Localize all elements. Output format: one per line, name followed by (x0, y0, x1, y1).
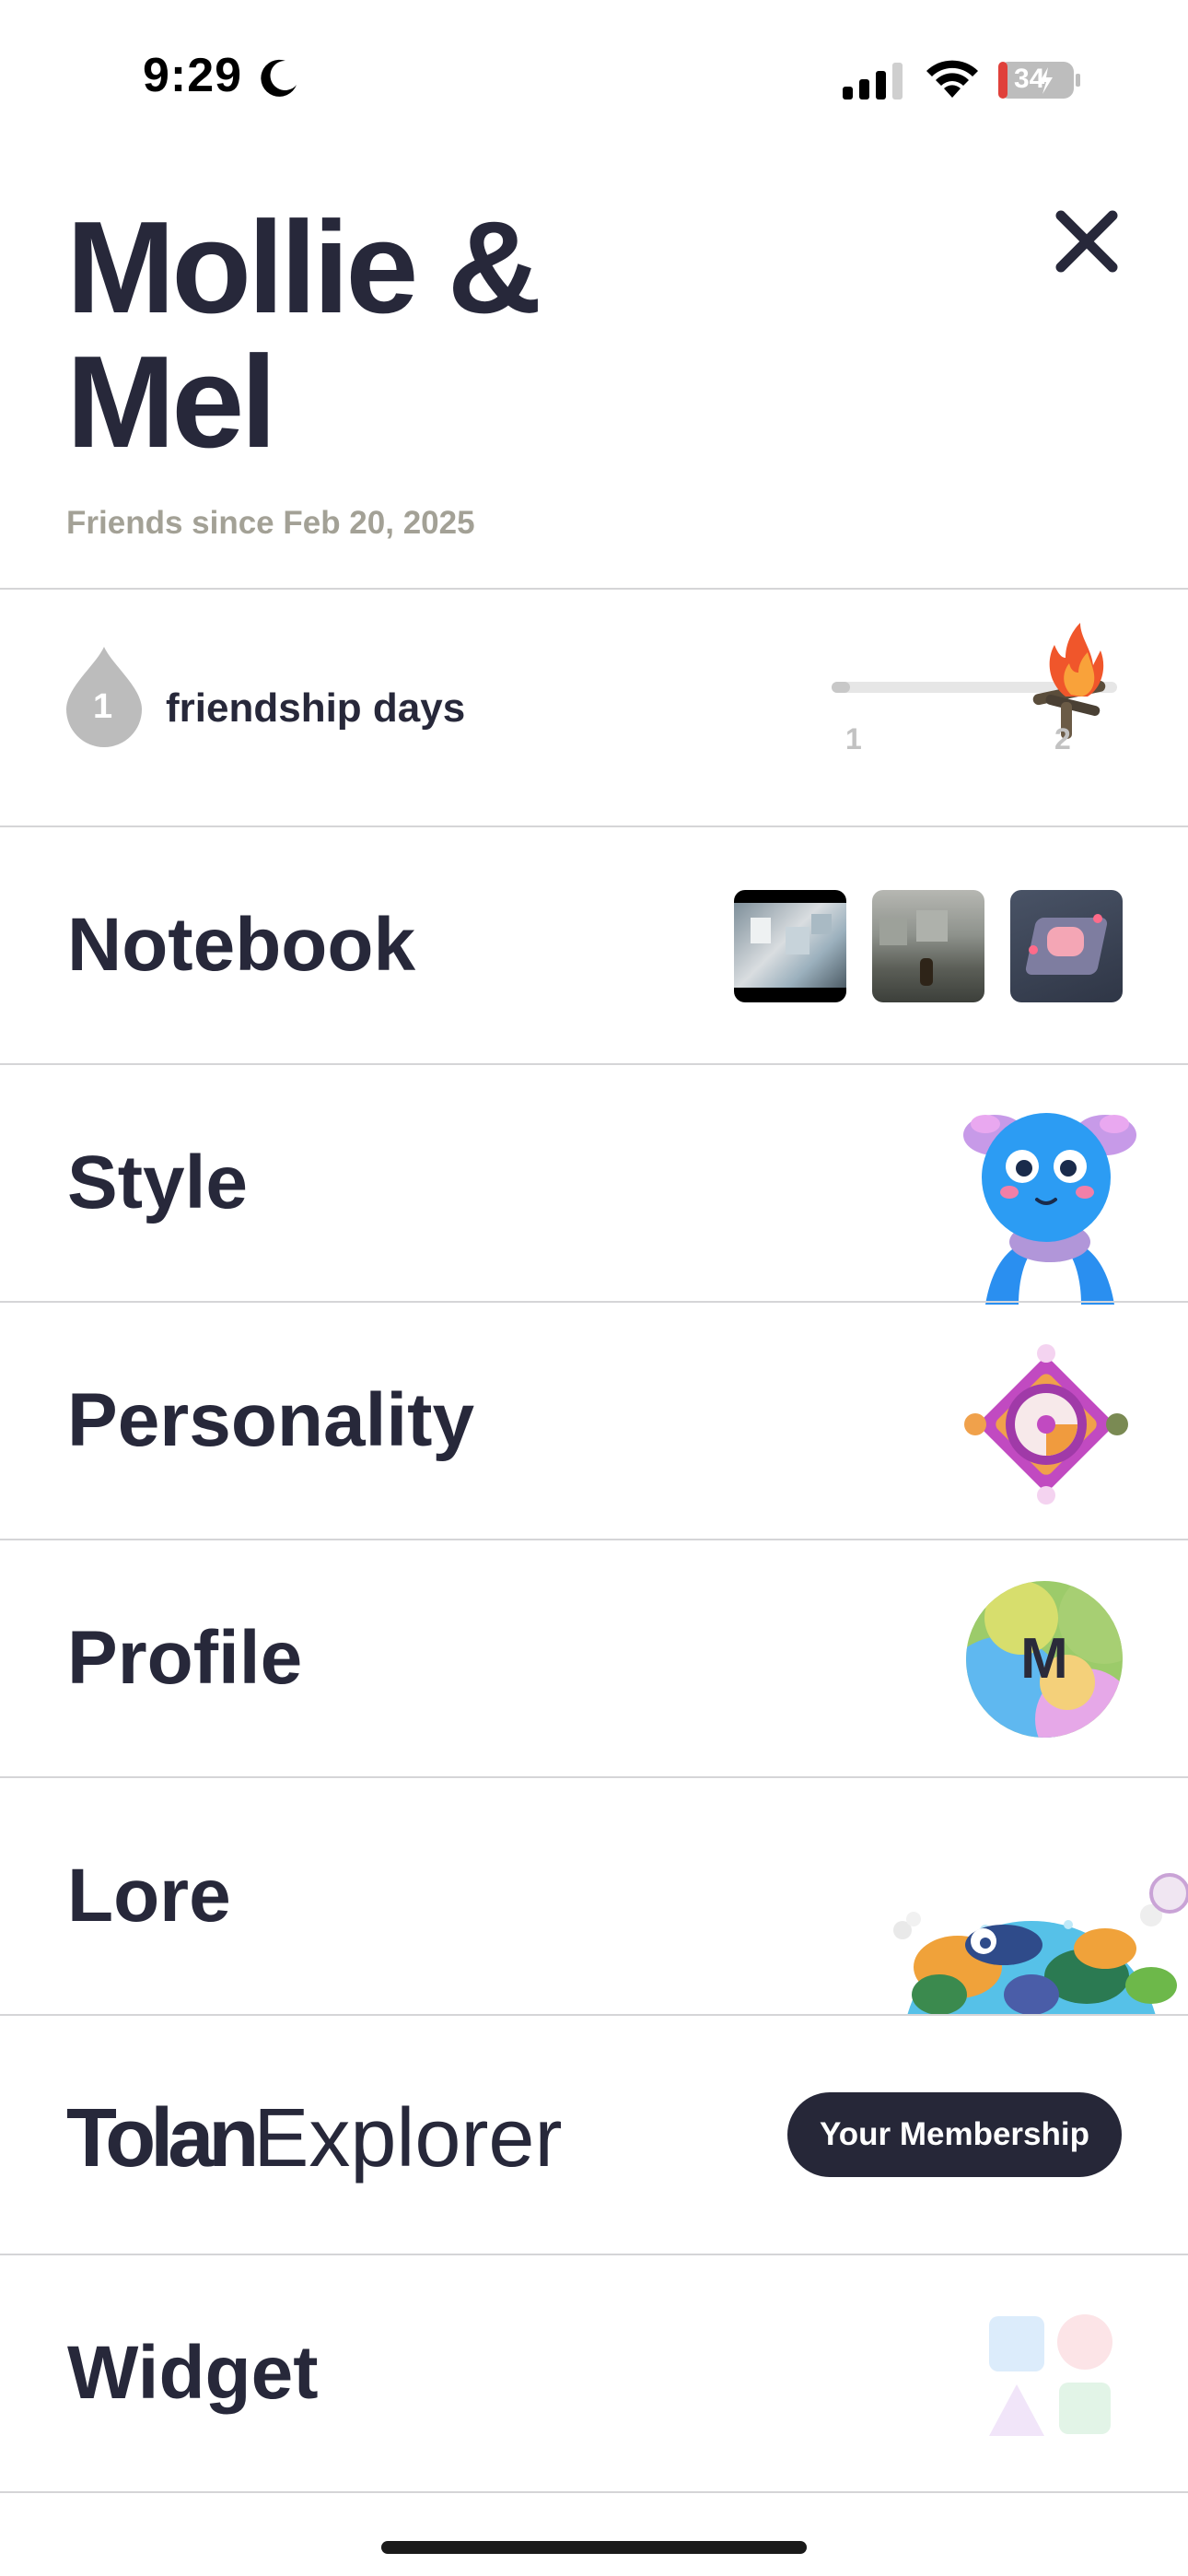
personality-label: Personality (67, 1378, 475, 1462)
friendship-count: 1 (93, 687, 113, 726)
cellular-signal-icon (843, 63, 903, 100)
style-label: Style (67, 1141, 248, 1224)
lore-label: Lore (67, 1854, 231, 1938)
avatar: M (966, 1581, 1123, 1738)
profile-label: Profile (67, 1616, 303, 1700)
tolan-explorer-logo: TolanExplorer (66, 2091, 562, 2186)
streak-progress-bar (832, 623, 1117, 739)
friendship-days-label: friendship days (166, 685, 466, 731)
page-title: Mollie & Mel (66, 194, 542, 475)
battery-icon: 34 (997, 60, 1082, 100)
notebook-thumbnail (1010, 890, 1123, 1002)
status-bar: 9:29 34 (0, 0, 1188, 157)
notebook-thumbnail (734, 890, 846, 1002)
status-time: 9:29 (143, 49, 243, 102)
widget-shapes-icon (989, 2314, 1112, 2436)
widget-label: Widget (67, 2331, 319, 2415)
brand-name-regular: Explorer (253, 2092, 563, 2184)
battery-level: 34 (1014, 64, 1045, 94)
friends-since-text: Friends since Feb 20, 2025 (66, 505, 475, 541)
tolan-character-icon (963, 1113, 1136, 1305)
avatar-letter: M (1020, 1627, 1068, 1691)
notebook-label: Notebook (67, 903, 416, 987)
close-icon[interactable] (1050, 205, 1124, 278)
divider (0, 2491, 1188, 2493)
wifi-icon (926, 60, 978, 98)
home-indicator[interactable] (381, 2541, 807, 2554)
streak-tick-start: 1 (845, 722, 862, 755)
brand-name-bold: Tolan (66, 2092, 259, 2184)
personality-badge-icon (964, 1344, 1128, 1505)
your-membership-button[interactable]: Your Membership (787, 2092, 1122, 2177)
notebook-thumbnail (872, 890, 984, 1002)
streak-tick-end: 2 (1054, 722, 1071, 755)
planet-icon (893, 1873, 1188, 2015)
moon-icon (261, 59, 297, 97)
